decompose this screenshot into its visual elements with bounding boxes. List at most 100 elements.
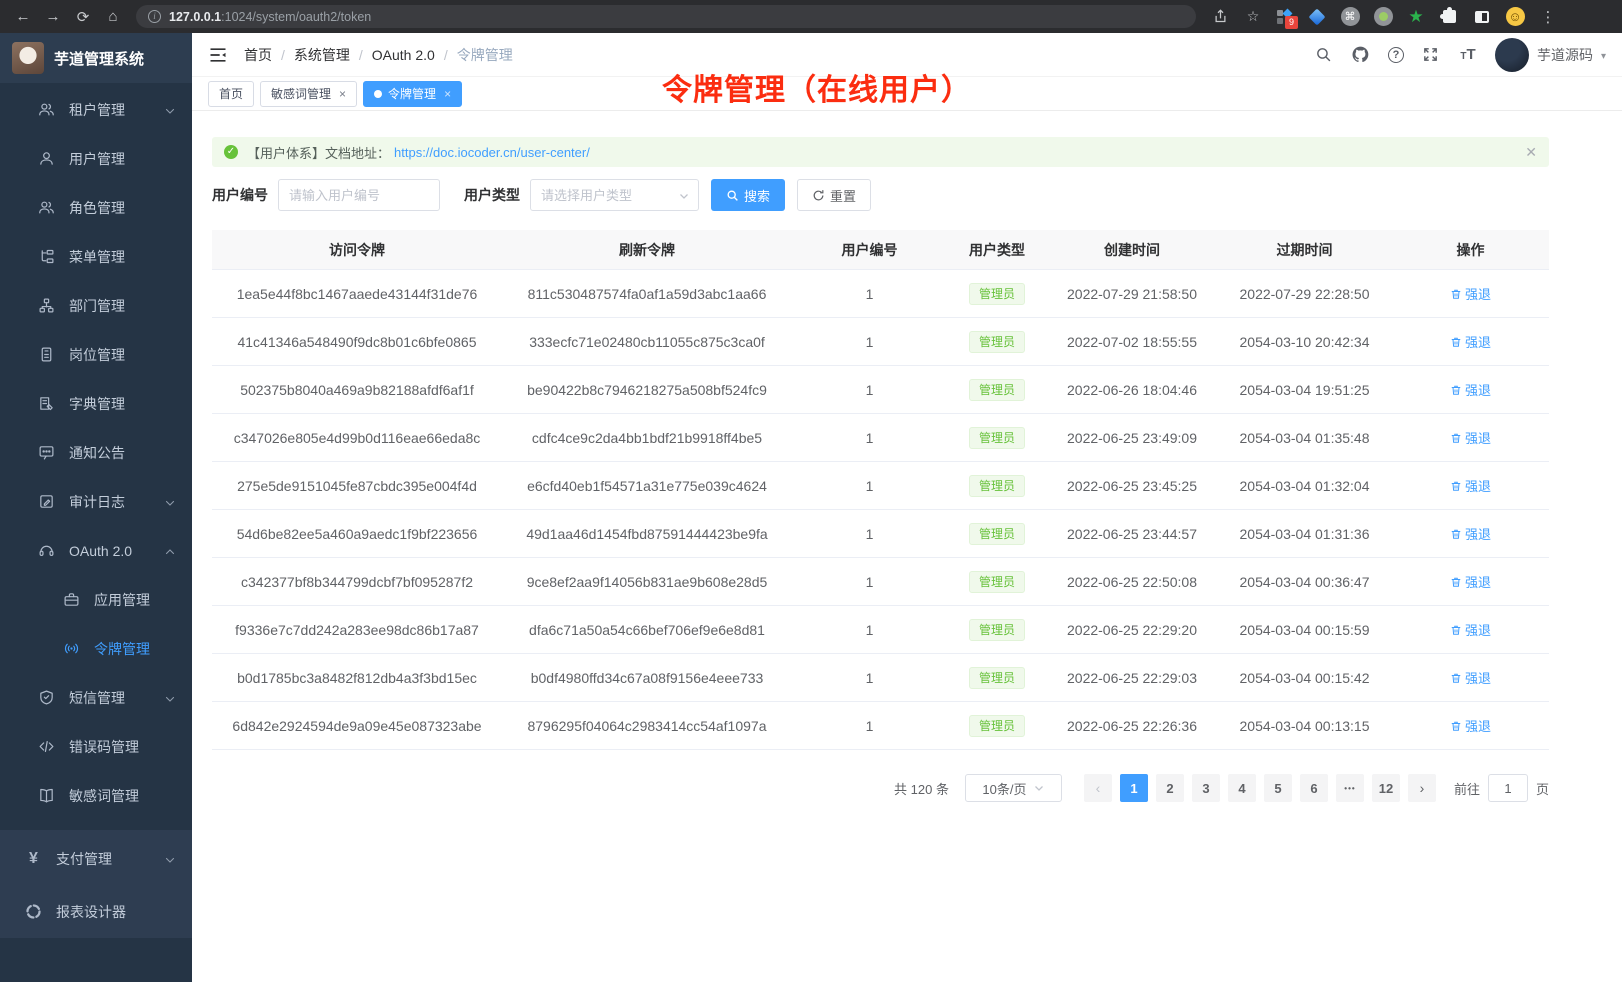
page-unit-label: 页 [1536, 779, 1549, 798]
goto-page-input[interactable] [1488, 774, 1528, 802]
force-logout-button[interactable]: 强退 [1450, 716, 1491, 735]
browser-reload-icon[interactable]: ⟳ [70, 4, 96, 30]
cell-action: 强退 [1392, 284, 1549, 303]
page-size-select[interactable]: 10条/页 [965, 774, 1062, 802]
sidebar-item-post[interactable]: 岗位管理 [0, 330, 192, 379]
next-page-button[interactable]: › [1408, 774, 1436, 802]
doc-link[interactable]: https://doc.iocoder.cn/user-center/ [394, 145, 590, 160]
sidebar-item-label: 审计日志 [69, 492, 125, 512]
force-logout-button[interactable]: 强退 [1450, 476, 1491, 495]
cell-user-id: 1 [792, 526, 947, 542]
page-button-6[interactable]: 6 [1300, 774, 1328, 802]
user-menu[interactable]: 芋道源码 ▾ [1495, 38, 1606, 72]
github-icon[interactable] [1351, 45, 1371, 65]
reset-button[interactable]: 重置 [797, 179, 871, 211]
profile-avatar-icon[interactable]: ☺ [1505, 7, 1525, 27]
fullscreen-icon[interactable] [1421, 45, 1441, 65]
breadcrumb-home[interactable]: 首页 [244, 45, 272, 65]
pagination-ellipsis[interactable]: ••• [1336, 774, 1364, 802]
page-button-4[interactable]: 4 [1228, 774, 1256, 802]
sidebar-item-sms[interactable]: 短信管理 [0, 673, 192, 722]
force-logout-button[interactable]: 强退 [1450, 524, 1491, 543]
force-logout-button[interactable]: 强退 [1450, 284, 1491, 303]
force-logout-button[interactable]: 强退 [1450, 620, 1491, 639]
sidebar-item-errcode[interactable]: 错误码管理 [0, 722, 192, 771]
collapse-sidebar-icon[interactable] [208, 45, 228, 65]
force-logout-button[interactable]: 强退 [1450, 332, 1491, 351]
cell-created: 2022-07-02 18:55:55 [1047, 334, 1217, 350]
dict-book-icon [38, 395, 55, 412]
help-icon[interactable]: ? [1388, 47, 1404, 63]
tab-close-icon[interactable]: × [444, 87, 451, 101]
page-button-1[interactable]: 1 [1120, 774, 1148, 802]
browser-home-icon[interactable]: ⌂ [100, 4, 126, 30]
share-icon[interactable] [1210, 7, 1230, 27]
sidebar-item-menu[interactable]: 菜单管理 [0, 232, 192, 281]
user-id-input[interactable] [278, 179, 440, 211]
page-button-12[interactable]: 12 [1372, 774, 1400, 802]
cell-expires: 2054-03-04 00:36:47 [1217, 574, 1392, 590]
sidebar-item-report[interactable]: 报表设计器 [0, 885, 192, 938]
browser-menu-icon[interactable]: ⋮ [1538, 7, 1558, 27]
cell-expires: 2054-03-10 20:42:34 [1217, 334, 1392, 350]
address-bar[interactable]: i 127.0.0.1:1024/system/oauth2/token [136, 5, 1196, 28]
sidebar-item-user[interactable]: 用户管理 [0, 134, 192, 183]
side-panel-icon[interactable] [1472, 7, 1492, 27]
cell-created: 2022-07-29 21:58:50 [1047, 286, 1217, 302]
tab-close-icon[interactable]: × [339, 87, 346, 101]
cell-user-type: 管理员 [947, 475, 1047, 497]
sidebar-item-dept[interactable]: 部门管理 [0, 281, 192, 330]
font-size-icon[interactable]: TT [1458, 45, 1478, 65]
extension-diamond-icon[interactable] [1307, 7, 1327, 27]
sidebar-item-pay[interactable]: ¥支付管理 [0, 832, 192, 885]
user-type-badge: 管理员 [969, 379, 1025, 401]
force-logout-button[interactable]: 强退 [1450, 380, 1491, 399]
user-type-select[interactable] [530, 179, 699, 211]
page-button-3[interactable]: 3 [1192, 774, 1220, 802]
alert-close-icon[interactable]: ✕ [1525, 144, 1537, 161]
force-logout-label: 强退 [1465, 668, 1491, 687]
extension-grid-icon[interactable]: 9 [1276, 8, 1294, 26]
breadcrumb-oauth2[interactable]: OAuth 2.0 [372, 47, 435, 63]
site-info-icon[interactable]: i [148, 10, 161, 23]
breadcrumb-system[interactable]: 系统管理 [294, 45, 350, 65]
extension-record-icon[interactable] [1373, 7, 1393, 27]
cell-refresh: dfa6c71a50a54c66bef706ef9e6e8d81 [502, 622, 792, 638]
sidebar-item-dict[interactable]: 字典管理 [0, 379, 192, 428]
sidebar-item-oauth2[interactable]: OAuth 2.0 [0, 526, 192, 575]
tab-token[interactable]: 令牌管理× [363, 81, 462, 107]
page-button-5[interactable]: 5 [1264, 774, 1292, 802]
table-row: 502375b8040a469a9b82188afdf6af1fbe90422b… [212, 366, 1549, 414]
prev-page-button[interactable]: ‹ [1084, 774, 1112, 802]
browser-back-icon[interactable]: ← [10, 4, 36, 30]
cell-refresh: 333ecfc71e02480cb11055c875c3ca0f [502, 334, 792, 350]
cell-access: c342377bf8b344799dcbf7bf095287f2 [212, 574, 502, 590]
force-logout-label: 强退 [1465, 332, 1491, 351]
force-logout-button[interactable]: 强退 [1450, 668, 1491, 687]
sidebar-item-role[interactable]: 角色管理 [0, 183, 192, 232]
sidebar-item-sensitive[interactable]: 敏感词管理 [0, 771, 192, 820]
sidebar-item-oauth2-token[interactable]: 令牌管理 [0, 624, 192, 673]
search-button[interactable]: 搜索 [711, 179, 785, 211]
cell-refresh: 49d1aa46d1454fbd87591444423be9fa [502, 526, 792, 542]
force-logout-button[interactable]: 强退 [1450, 428, 1491, 447]
page-button-2[interactable]: 2 [1156, 774, 1184, 802]
cell-expires: 2054-03-04 01:35:48 [1217, 430, 1392, 446]
tab-sensitive-word[interactable]: 敏感词管理× [260, 81, 357, 107]
extension-puzzle-icon[interactable] [1439, 7, 1459, 27]
extension-star-icon[interactable]: ★ [1406, 7, 1426, 27]
browser-forward-icon[interactable]: → [40, 4, 66, 30]
sidebar-item-audit[interactable]: 审计日志 [0, 477, 192, 526]
cell-user-type: 管理员 [947, 619, 1047, 641]
extension-command-icon[interactable]: ⌘ [1340, 7, 1360, 27]
sidebar-item-oauth2-app[interactable]: 应用管理 [0, 575, 192, 624]
table-row: 54d6be82ee5a460a9aedc1f9bf22365649d1aa46… [212, 510, 1549, 558]
search-icon[interactable] [1314, 45, 1334, 65]
bookmark-star-icon[interactable]: ☆ [1243, 7, 1263, 27]
sidebar-item-notice[interactable]: 通知公告 [0, 428, 192, 477]
sidebar-item-tenant[interactable]: 租户管理 [0, 85, 192, 134]
force-logout-button[interactable]: 强退 [1450, 572, 1491, 591]
cell-user-type: 管理员 [947, 667, 1047, 689]
column-header: 用户类型 [947, 240, 1047, 260]
tab-home[interactable]: 首页 [208, 81, 254, 107]
